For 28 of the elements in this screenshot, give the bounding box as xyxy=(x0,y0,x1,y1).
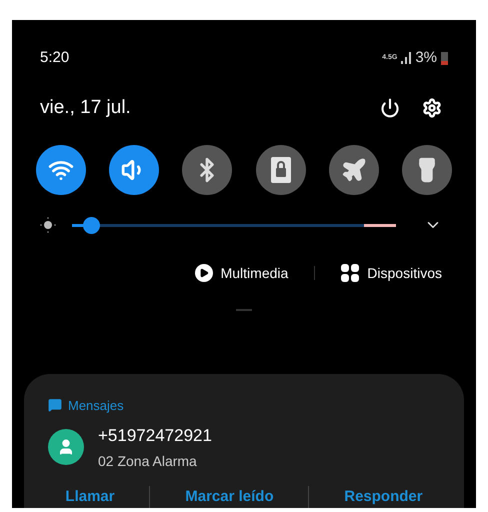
clock-time: 5:20 xyxy=(40,48,70,68)
slider-thumb[interactable] xyxy=(83,216,100,234)
power-icon xyxy=(380,98,400,118)
settings-button[interactable] xyxy=(422,98,442,118)
play-icon xyxy=(194,264,213,282)
panel-button[interactable]: Multimedia xyxy=(194,262,288,284)
lock-icon xyxy=(270,156,292,184)
app-name: Mensajes xyxy=(68,396,124,415)
quick-toggle[interactable] xyxy=(36,145,86,195)
power-button[interactable] xyxy=(380,98,400,118)
battery-icon xyxy=(441,51,448,65)
date-text: vie., 17 jul. xyxy=(40,96,131,120)
panel-button[interactable]: Dispositivos xyxy=(341,262,442,284)
grid-icon xyxy=(341,264,360,282)
action-button[interactable]: Responder xyxy=(344,486,423,508)
action-button[interactable]: Llamar xyxy=(65,486,115,508)
airplane-icon xyxy=(340,157,367,183)
action-button[interactable]: Marcar leído xyxy=(185,486,274,508)
brightness-icon xyxy=(40,217,56,233)
notification-card[interactable]: Mensajes +51972472921 02 Zona Alarma Llamar Marcar leído Responder xyxy=(24,374,464,508)
settings-icon xyxy=(422,98,442,118)
message-text: 02 Zona Alarma xyxy=(98,452,198,470)
signal-icon xyxy=(401,52,412,64)
avatar-icon xyxy=(48,429,84,466)
sender-number: +51972472921 xyxy=(98,425,212,447)
brightness-slider[interactable] xyxy=(72,216,396,234)
message-icon xyxy=(48,398,62,412)
battery-percent: 3% xyxy=(415,48,437,68)
